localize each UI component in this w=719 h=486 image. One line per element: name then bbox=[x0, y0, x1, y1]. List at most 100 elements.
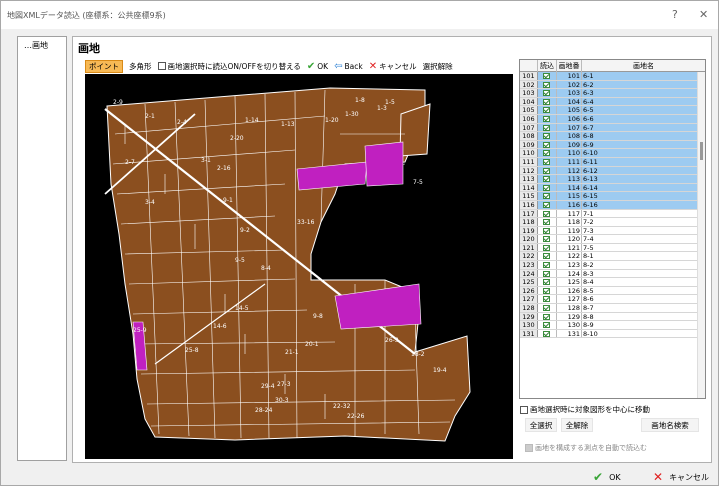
table-row[interactable]: 117 117 7-1 bbox=[520, 209, 698, 219]
checkbox-icon bbox=[520, 405, 528, 414]
table-row[interactable]: 102 102 6-2 bbox=[520, 80, 698, 90]
table-row[interactable]: 122 122 8-1 bbox=[520, 252, 698, 262]
table-row[interactable]: 124 124 8-3 bbox=[520, 269, 698, 279]
row-index: 130 bbox=[520, 321, 538, 329]
table-row[interactable]: 103 103 6-3 bbox=[520, 89, 698, 98]
parcel-label: 26-3 bbox=[385, 337, 399, 344]
table-scrollbar[interactable] bbox=[697, 72, 705, 398]
row-number: 127 bbox=[557, 295, 582, 303]
row-read-checkbox[interactable] bbox=[538, 304, 557, 312]
row-read-checkbox[interactable] bbox=[538, 89, 557, 97]
table-row[interactable]: 130 130 8-9 bbox=[520, 321, 698, 330]
row-read-checkbox[interactable] bbox=[538, 80, 557, 89]
checkbox-checked-icon bbox=[543, 124, 550, 131]
table-row[interactable]: 112 112 6-12 bbox=[520, 166, 698, 176]
row-read-checkbox[interactable] bbox=[538, 252, 557, 261]
select-all-button[interactable]: 全選択 bbox=[525, 418, 557, 432]
row-read-checkbox[interactable] bbox=[538, 97, 557, 106]
deselect-all-button[interactable]: 全解除 bbox=[561, 418, 593, 432]
table-row[interactable]: 108 108 6-8 bbox=[520, 132, 698, 141]
point-mode-button[interactable]: ポイント bbox=[85, 59, 123, 73]
footer-cancel-button[interactable]: ✕ キャンセル bbox=[653, 470, 709, 484]
close-button[interactable]: ✕ bbox=[699, 8, 708, 21]
row-index: 116 bbox=[520, 200, 538, 209]
row-read-checkbox[interactable] bbox=[538, 312, 557, 321]
help-button[interactable]: ? bbox=[672, 8, 678, 21]
row-read-checkbox[interactable] bbox=[538, 175, 557, 183]
table-row[interactable]: 116 116 6-16 bbox=[520, 200, 698, 210]
scroll-thumb[interactable] bbox=[700, 142, 703, 160]
table-row[interactable]: 121 121 7-5 bbox=[520, 243, 698, 253]
tree-item-gachi[interactable]: …画地 bbox=[24, 40, 48, 51]
row-read-checkbox[interactable] bbox=[538, 269, 557, 278]
table-row[interactable]: 128 128 8-7 bbox=[520, 304, 698, 313]
table-row[interactable]: 110 110 6-10 bbox=[520, 149, 698, 158]
table-row[interactable]: 119 119 7-3 bbox=[520, 226, 698, 236]
row-read-checkbox[interactable] bbox=[538, 209, 557, 218]
back-tool-button[interactable]: ⇦ Back bbox=[334, 61, 363, 72]
footer-ok-button[interactable]: ✔ OK bbox=[593, 470, 621, 484]
table-row[interactable]: 125 125 8-4 bbox=[520, 278, 698, 287]
row-read-checkbox[interactable] bbox=[538, 329, 557, 338]
row-name: 7-1 bbox=[583, 209, 594, 218]
row-read-checkbox[interactable] bbox=[538, 72, 557, 80]
table-row[interactable]: 104 104 6-4 bbox=[520, 97, 698, 107]
row-read-checkbox[interactable] bbox=[538, 166, 557, 175]
row-number: 122 bbox=[557, 252, 582, 260]
cancel-tool-button[interactable]: ✕ キャンセル bbox=[369, 61, 417, 72]
row-read-checkbox[interactable] bbox=[538, 192, 557, 200]
row-read-checkbox[interactable] bbox=[538, 200, 557, 209]
row-read-checkbox[interactable] bbox=[538, 114, 557, 123]
table-row[interactable]: 123 123 8-2 bbox=[520, 261, 698, 270]
row-read-checkbox[interactable] bbox=[538, 140, 557, 149]
search-parcel-button[interactable]: 画地名検索 bbox=[641, 418, 699, 432]
row-read-checkbox[interactable] bbox=[538, 106, 557, 114]
row-read-checkbox[interactable] bbox=[538, 286, 557, 295]
table-row[interactable]: 111 111 6-11 bbox=[520, 157, 698, 167]
table-row[interactable]: 105 105 6-5 bbox=[520, 106, 698, 115]
row-read-checkbox[interactable] bbox=[538, 243, 557, 252]
table-row[interactable]: 126 126 8-5 bbox=[520, 286, 698, 296]
ok-tool-button[interactable]: ✔ OK bbox=[307, 61, 328, 72]
table-row[interactable]: 109 109 6-9 bbox=[520, 140, 698, 150]
parcel-table[interactable]: 読込 画地番号 画地名 1011016-11021026-21031036-31… bbox=[519, 59, 706, 399]
point-label: ポイント bbox=[89, 61, 119, 71]
row-read-checkbox[interactable] bbox=[538, 218, 557, 226]
row-read-checkbox[interactable] bbox=[538, 295, 557, 304]
toggle-read-checkbox[interactable]: 画地選択時に読込ON/OFFを切り替える bbox=[157, 61, 301, 72]
clear-selection-button[interactable]: 選択解除 bbox=[423, 61, 453, 72]
row-read-checkbox[interactable] bbox=[538, 149, 557, 157]
map-canvas[interactable]: 2-9 2-1 1-14 1-13 1-20 1-30 1-3 1-8 1-5 2-7 2-20 2-… bbox=[85, 74, 513, 459]
dialog-window: 地図XMLデータ読込 (座標系：公共座標9系) ? ✕ …画地 画地 ポイント … bbox=[0, 0, 719, 486]
table-row[interactable]: 115 115 6-15 bbox=[520, 192, 698, 201]
table-row[interactable]: 114 114 6-14 bbox=[520, 183, 698, 193]
auto-read-checkbox[interactable]: 画地を構成する測点を自動で読込む bbox=[525, 443, 647, 453]
row-read-checkbox[interactable] bbox=[538, 261, 557, 269]
polygon-mode-button[interactable]: 多角形 bbox=[129, 61, 152, 72]
row-read-checkbox[interactable] bbox=[538, 123, 557, 132]
row-read-checkbox[interactable] bbox=[538, 132, 557, 140]
row-number: 121 bbox=[557, 243, 582, 252]
table-row[interactable]: 107 107 6-7 bbox=[520, 123, 698, 133]
row-read-checkbox[interactable] bbox=[538, 183, 557, 192]
table-row[interactable]: 127 127 8-6 bbox=[520, 295, 698, 305]
table-row[interactable]: 131 131 8-10 bbox=[520, 329, 698, 339]
table-row[interactable]: 113 113 6-13 bbox=[520, 175, 698, 184]
table-row[interactable]: 120 120 7-4 bbox=[520, 235, 698, 244]
row-read-checkbox[interactable] bbox=[538, 235, 557, 243]
row-read-checkbox[interactable] bbox=[538, 226, 557, 235]
row-read-checkbox[interactable] bbox=[538, 278, 557, 286]
row-read-checkbox[interactable] bbox=[538, 157, 557, 166]
checkbox-checked-icon bbox=[543, 184, 550, 191]
parcel-map[interactable]: 2-9 2-1 1-14 1-13 1-20 1-30 1-3 1-8 1-5 2-7 2-20 2-… bbox=[85, 74, 513, 459]
table-row[interactable]: 101 101 6-1 bbox=[520, 72, 698, 81]
center-on-select-checkbox[interactable]: 画地選択時に対象図形を中心に移動 bbox=[520, 404, 650, 415]
header-number[interactable]: 画地番号 bbox=[557, 60, 582, 82]
header-read[interactable]: 読込 bbox=[538, 60, 557, 72]
header-name[interactable]: 画地名 bbox=[582, 60, 705, 72]
row-read-checkbox[interactable] bbox=[538, 321, 557, 329]
table-row[interactable]: 118 118 7-2 bbox=[520, 218, 698, 227]
table-row[interactable]: 106 106 6-6 bbox=[520, 114, 698, 124]
table-row[interactable]: 129 129 8-8 bbox=[520, 312, 698, 322]
row-name: 6-8 bbox=[582, 132, 698, 140]
